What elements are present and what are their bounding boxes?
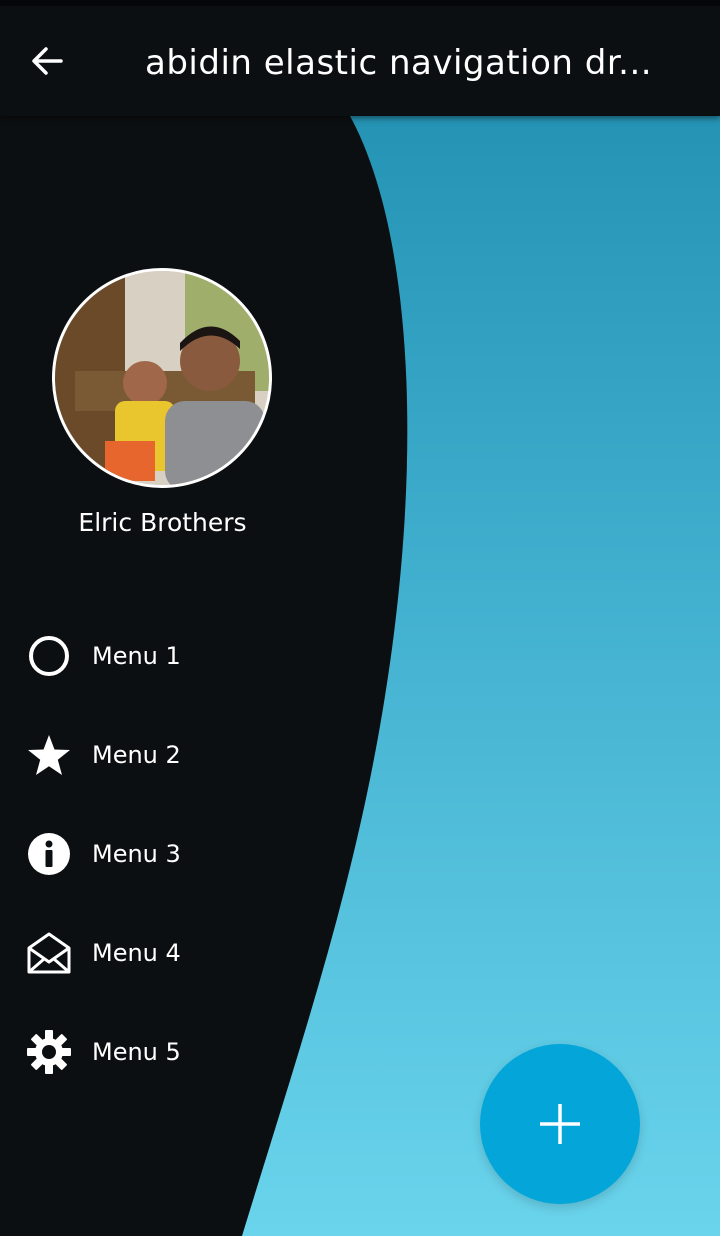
star-icon bbox=[26, 732, 72, 778]
gear-icon bbox=[26, 1029, 72, 1075]
menu-item-label: Menu 5 bbox=[92, 1038, 181, 1066]
info-icon bbox=[26, 831, 72, 877]
menu-item-2[interactable]: Menu 2 bbox=[26, 725, 326, 785]
menu-item-label: Menu 2 bbox=[92, 741, 181, 769]
circle-outline-icon bbox=[26, 633, 72, 679]
app-bar: abidin elastic navigation dr... bbox=[0, 6, 720, 116]
menu-item-label: Menu 4 bbox=[92, 939, 181, 967]
back-button[interactable] bbox=[22, 38, 72, 84]
menu-item-4[interactable]: Menu 4 bbox=[26, 923, 326, 983]
page-title: abidin elastic navigation dr... bbox=[145, 43, 653, 83]
add-button[interactable] bbox=[480, 1044, 640, 1204]
menu-item-3[interactable]: Menu 3 bbox=[26, 824, 326, 884]
envelope-open-icon bbox=[26, 930, 72, 976]
menu-item-5[interactable]: Menu 5 bbox=[26, 1022, 326, 1082]
menu-item-label: Menu 1 bbox=[92, 642, 181, 670]
avatar bbox=[52, 268, 272, 488]
menu-item-1[interactable]: Menu 1 bbox=[26, 626, 326, 686]
menu-item-label: Menu 3 bbox=[92, 840, 181, 868]
profile-photo bbox=[55, 271, 269, 485]
plus-icon bbox=[540, 1104, 580, 1144]
profile-name: Elric Brothers bbox=[78, 508, 247, 537]
arrow-left-icon bbox=[32, 47, 63, 75]
